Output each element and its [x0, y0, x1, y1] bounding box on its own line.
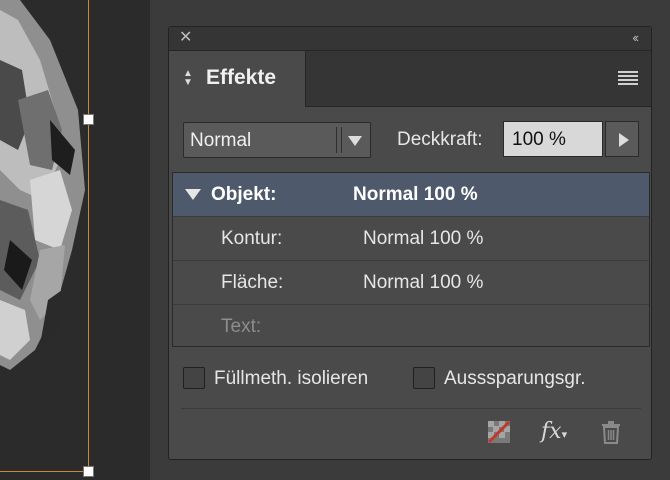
trash-icon[interactable] [599, 420, 623, 444]
frame-handle-mid[interactable] [83, 114, 94, 125]
target-value: Normal 100 % [363, 228, 484, 249]
frame-bottom-guide [0, 471, 89, 472]
artwork-image [0, 0, 85, 370]
target-row-text: Text: [173, 305, 649, 349]
dropdown-divider [336, 127, 337, 153]
effects-panel: ✕ ‹‹ ▲ ▼ Effekte Normal Deckkraft: 100 % … [168, 26, 652, 460]
close-icon[interactable]: ✕ [179, 30, 192, 46]
blend-mode-dropdown[interactable]: Normal [183, 122, 371, 158]
effect-target-list: Objekt: Normal 100 % Kontur: Normal 100 … [172, 172, 650, 347]
target-row-objekt[interactable]: Objekt: Normal 100 % [173, 173, 649, 217]
target-name: Fläche: [221, 272, 284, 293]
play-arrow-icon [619, 133, 629, 147]
frame-edge-guide [88, 0, 89, 472]
knockout-group-checkbox[interactable] [413, 367, 435, 389]
target-name: Text: [221, 316, 262, 337]
tab-label: Effekte [206, 66, 277, 89]
isolate-blending-label: Füllmeth. isolieren [214, 368, 369, 389]
frame-handle-corner[interactable] [83, 466, 94, 477]
chevron-down-icon[interactable] [348, 136, 362, 146]
target-name: Kontur: [221, 228, 283, 249]
disclosure-triangle-icon[interactable] [185, 189, 201, 200]
target-value: Normal 100 % [353, 184, 478, 205]
footer-divider [181, 408, 641, 409]
clear-effects-icon[interactable] [487, 420, 511, 444]
target-name: Objekt: [211, 184, 277, 205]
dropdown-divider-2 [341, 127, 342, 153]
double-chevron-left-icon[interactable]: ‹‹ [632, 31, 639, 44]
document-canvas[interactable] [0, 0, 150, 480]
opacity-value: 100 % [512, 129, 566, 150]
tab-effekte[interactable]: ▲ ▼ Effekte [169, 51, 306, 107]
opacity-slider-button[interactable] [605, 121, 639, 157]
opacity-input[interactable]: 100 % [503, 121, 603, 157]
panel-tab-strip: ▲ ▼ Effekte [169, 51, 651, 107]
knockout-group-label: Ausssparungsgr. [444, 368, 586, 389]
opacity-label: Deckkraft: [397, 129, 483, 150]
hamburger-menu-icon[interactable] [618, 71, 638, 85]
panel-titlebar[interactable]: ✕ ‹‹ [169, 27, 651, 51]
isolate-blending-checkbox[interactable] [183, 367, 205, 389]
blend-mode-value: Normal [190, 130, 252, 151]
target-value: Normal 100 % [363, 272, 484, 293]
pasteboard [150, 0, 168, 480]
target-row-kontur[interactable]: Kontur: Normal 100 % [173, 217, 649, 261]
fx-icon[interactable]: fx▾ [541, 419, 567, 444]
target-row-flaeche[interactable]: Fläche: Normal 100 % [173, 261, 649, 305]
expand-collapse-icon[interactable]: ▲ ▼ [183, 69, 193, 88]
